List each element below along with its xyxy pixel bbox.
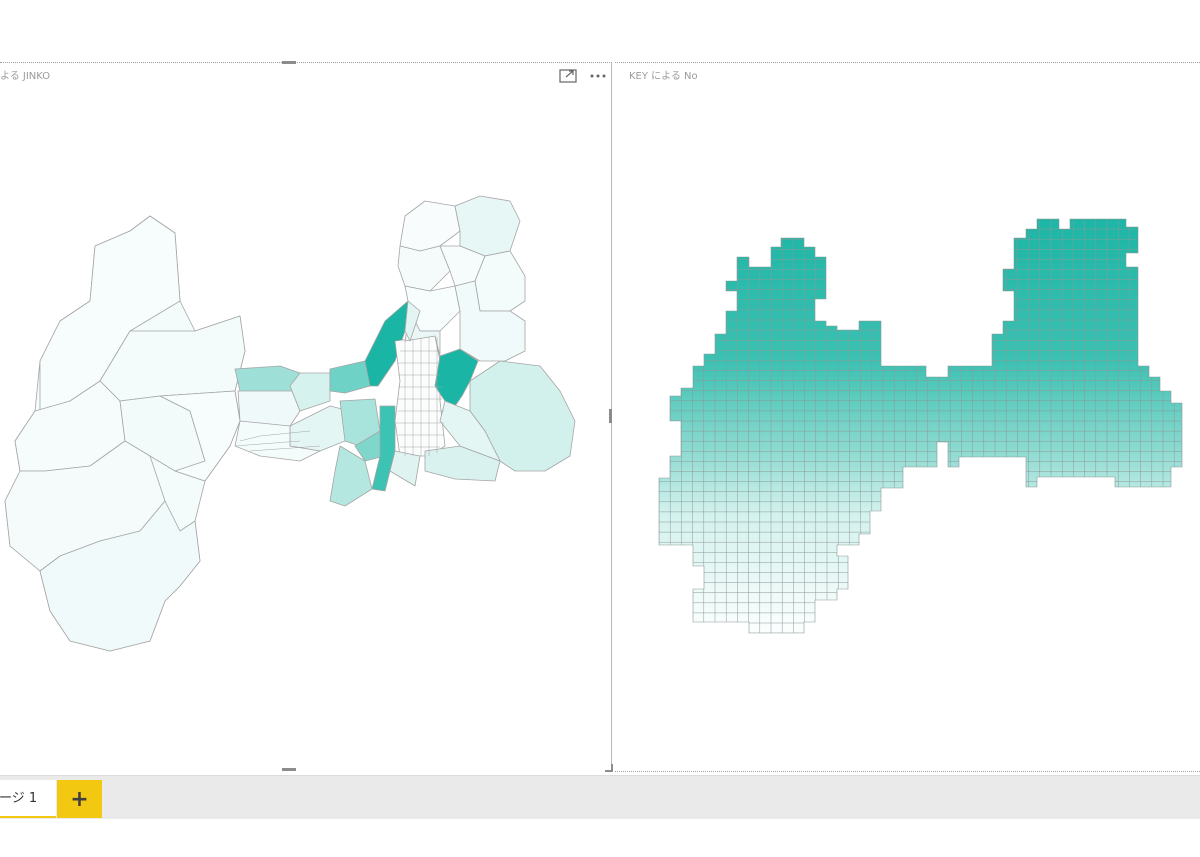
map-region bbox=[397, 245, 451, 292]
grid-map-fill bbox=[659, 219, 1182, 633]
filled-map-visual[interactable]: よる JINKO bbox=[0, 61, 613, 772]
resize-handle-top[interactable] bbox=[282, 61, 296, 64]
map-region bbox=[454, 195, 521, 257]
grid-map-visual[interactable]: KEY による No bbox=[615, 62, 1200, 772]
add-page-button[interactable]: + bbox=[57, 780, 102, 818]
map-region bbox=[394, 335, 446, 457]
map-region bbox=[329, 360, 371, 394]
page-tab-1[interactable]: ページ 1 bbox=[0, 780, 56, 818]
resize-handle-bottom[interactable] bbox=[282, 768, 296, 771]
report-canvas: よる JINKO KEY による No bbox=[0, 0, 1200, 775]
resize-handle-corner[interactable] bbox=[605, 764, 613, 772]
plus-icon: + bbox=[70, 786, 89, 812]
page-tab-label: ページ 1 bbox=[0, 791, 38, 806]
filled-map-shapes[interactable] bbox=[0, 63, 612, 771]
page-tab-bar: ページ 1 + bbox=[0, 775, 1200, 819]
grid-map-cells[interactable] bbox=[615, 63, 1200, 773]
map-region bbox=[399, 200, 461, 252]
resize-handle-right[interactable] bbox=[609, 409, 612, 423]
map-region bbox=[389, 450, 421, 487]
